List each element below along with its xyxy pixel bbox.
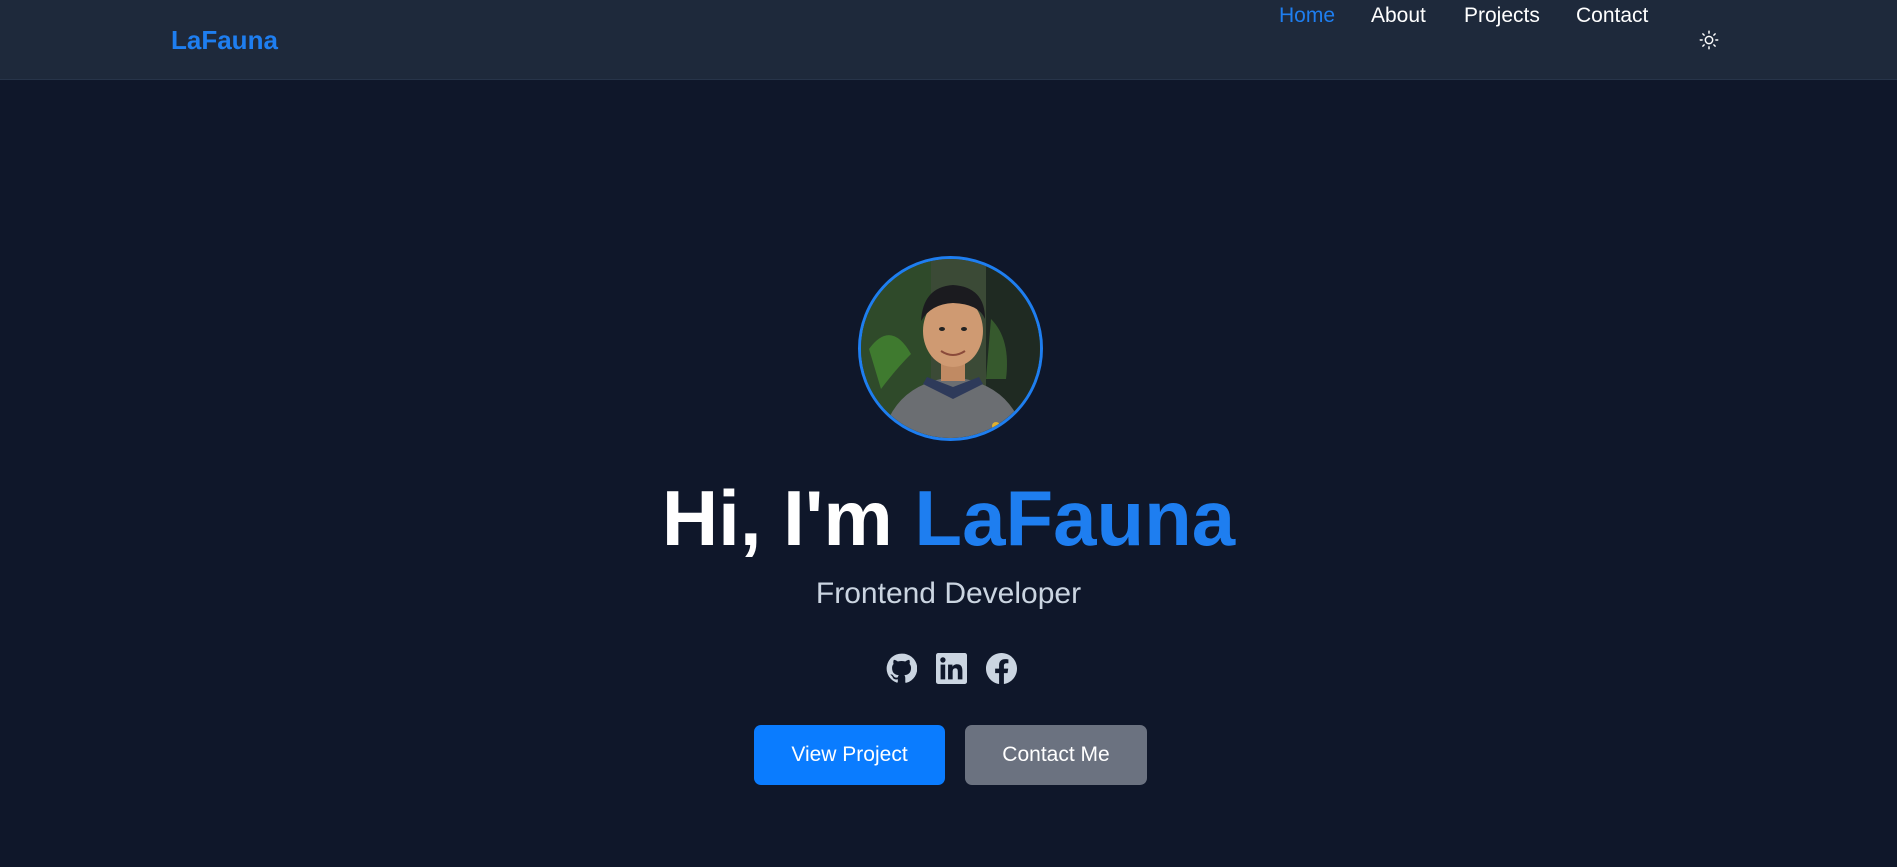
social-links	[886, 653, 1017, 687]
nav-link-contact[interactable]: Contact	[1576, 0, 1648, 32]
linkedin-link[interactable]	[936, 653, 967, 684]
facebook-icon	[986, 653, 1017, 684]
hero-name: LaFauna	[914, 474, 1236, 562]
nav-link-about[interactable]: About	[1371, 0, 1426, 32]
profile-avatar	[858, 256, 1043, 441]
brand-logo[interactable]: LaFauna	[171, 24, 278, 56]
contact-me-button[interactable]: Contact Me	[965, 725, 1147, 785]
theme-toggle-button[interactable]	[1696, 27, 1722, 53]
hero-headline: Hi, I'm LaFauna	[0, 473, 1897, 563]
linkedin-icon	[936, 653, 967, 684]
github-icon	[886, 653, 918, 683]
hero-role: Frontend Developer	[815, 577, 1082, 610]
view-project-button[interactable]: View Project	[754, 725, 945, 785]
navbar: LaFauna Home About Projects Contact	[0, 0, 1897, 80]
facebook-link[interactable]	[986, 653, 1017, 684]
nav-link-projects[interactable]: Projects	[1464, 0, 1540, 32]
hero-section: Hi, I'm LaFauna Frontend Developer View …	[0, 80, 1897, 867]
hero-greeting: Hi, I'm	[661, 474, 893, 562]
github-link[interactable]	[886, 653, 918, 684]
nav-link-home[interactable]: Home	[1279, 0, 1335, 32]
sun-icon	[1699, 30, 1719, 50]
